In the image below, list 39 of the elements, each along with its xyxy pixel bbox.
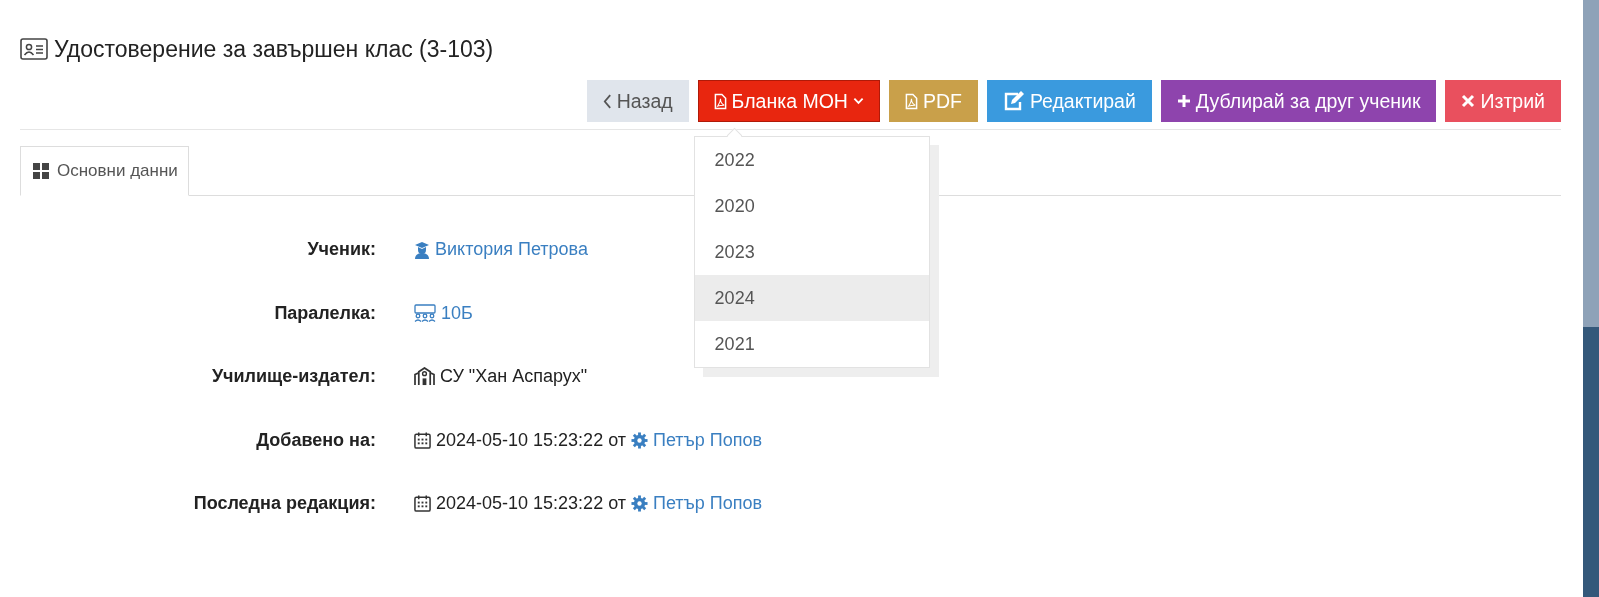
page-title: Удостоверение за завършен клас (3-103): [54, 35, 494, 63]
timestamp: 2024-05-10 15:23:22: [436, 493, 604, 515]
student-link[interactable]: Виктория Петрова: [435, 239, 588, 261]
menu-item[interactable]: 2024: [694, 275, 929, 321]
tab[interactable]: Основни данни: [20, 146, 189, 196]
by-label: от: [608, 493, 626, 515]
grid-icon: [33, 163, 49, 179]
close-icon: [1461, 94, 1476, 108]
field-label: Паралелка:: [273, 302, 376, 324]
school-building-icon: [414, 367, 435, 387]
graduate-icon: [414, 240, 430, 259]
delete-button[interactable]: Изтрий: [1445, 80, 1561, 122]
caret-icon: [852, 97, 864, 105]
field-label: Училище-издател:: [210, 366, 376, 388]
field-label: Последна редакция:: [192, 493, 376, 515]
school-name: СУ "Хан Аспарух": [440, 366, 588, 388]
scrollbar[interactable]: [1583, 0, 1599, 597]
field-label: Ученик:: [306, 239, 376, 261]
pdf-file-icon: [904, 92, 918, 110]
back-button[interactable]: Назад: [586, 80, 689, 122]
edit-button[interactable]: Редактирай: [986, 80, 1152, 122]
timestamp: 2024-05-10 15:23:22: [436, 429, 604, 451]
user-link[interactable]: Петър Попов: [653, 429, 763, 451]
gear-icon: [631, 431, 648, 449]
plus-icon: [1176, 94, 1191, 108]
class-group-icon: [414, 304, 436, 323]
duplicate-button[interactable]: Дублирай за друг ученик: [1160, 80, 1437, 122]
dropdown-button[interactable]: Бланка МОН: [697, 80, 880, 122]
by-label: от: [608, 429, 626, 451]
user-link[interactable]: Петър Попов: [653, 493, 763, 515]
class-link[interactable]: 10Б: [441, 302, 473, 324]
id-card-icon: [20, 38, 48, 60]
chevron-left-icon: [602, 93, 612, 109]
edit-icon: [1002, 91, 1025, 111]
calendar-icon: [414, 495, 431, 513]
gear-icon: [631, 495, 648, 513]
calendar-icon: [414, 431, 431, 449]
field-label: Добавено на:: [255, 429, 376, 451]
pdf-file-icon: [713, 92, 727, 110]
